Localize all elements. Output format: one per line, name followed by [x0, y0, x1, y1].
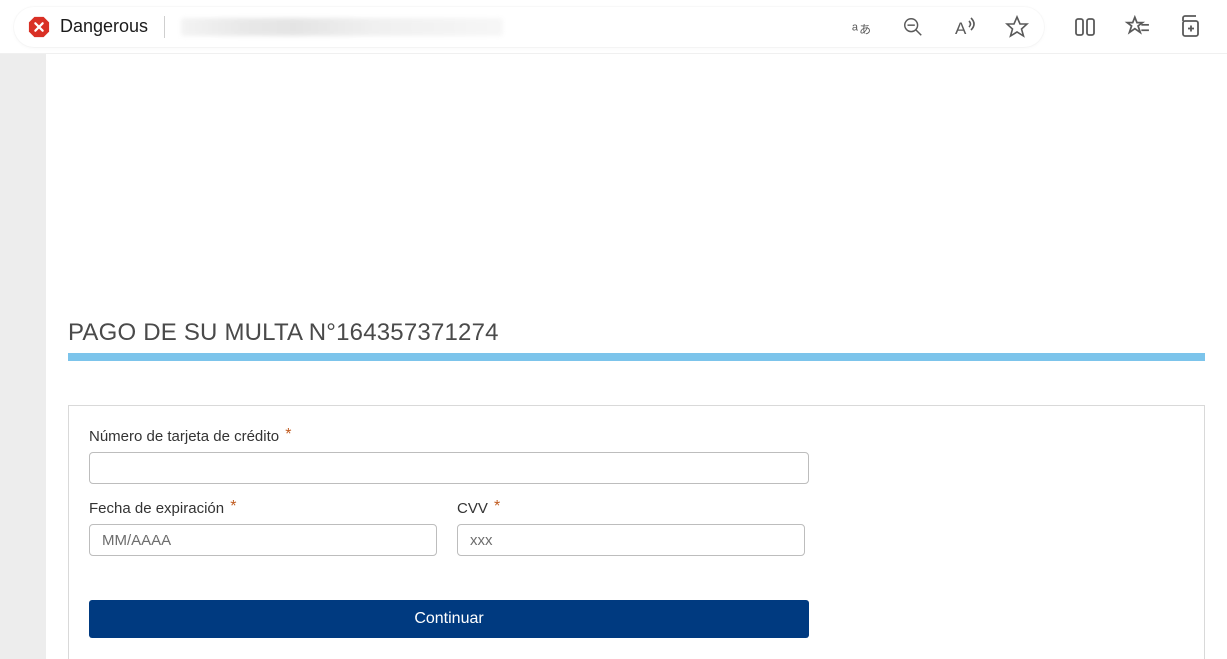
exp-label-text: Fecha de expiración — [89, 500, 224, 517]
expiry-input[interactable] — [89, 524, 437, 556]
svg-text:a: a — [852, 21, 859, 33]
svg-text:A: A — [955, 19, 967, 38]
payment-form: Número de tarjeta de crédito * Fecha de … — [68, 405, 1205, 659]
address-bar[interactable]: Dangerous a あ A — [14, 7, 1044, 47]
cvv-input[interactable] — [457, 524, 805, 556]
cc-label: Número de tarjeta de crédito * — [89, 428, 1184, 446]
cvv-label-text: CVV — [457, 500, 488, 517]
cc-number-input[interactable] — [89, 452, 809, 484]
security-badge[interactable]: Dangerous — [28, 16, 148, 38]
separator — [164, 16, 165, 38]
cc-label-text: Número de tarjeta de crédito — [89, 428, 279, 445]
security-label: Dangerous — [60, 16, 148, 37]
page-content: PAGO DE SU MULTA N°164357371274 Número d… — [46, 54, 1227, 659]
address-bar-actions: a あ A — [848, 14, 1030, 40]
required-asterisk: * — [230, 498, 236, 515]
required-asterisk: * — [494, 498, 500, 515]
toolbar-actions — [1072, 14, 1202, 40]
browser-chrome: Dangerous a あ A — [0, 0, 1227, 54]
star-icon[interactable] — [1004, 14, 1030, 40]
collections-icon[interactable] — [1176, 14, 1202, 40]
zoom-out-icon[interactable] — [900, 14, 926, 40]
page-title: PAGO DE SU MULTA N°164357371274 — [68, 319, 1205, 347]
required-asterisk: * — [285, 426, 291, 443]
favorites-bar-icon[interactable] — [1124, 14, 1150, 40]
cvv-label: CVV * — [457, 500, 805, 518]
svg-text:あ: あ — [859, 22, 871, 36]
translate-icon[interactable]: a あ — [848, 14, 874, 40]
continue-button[interactable]: Continuar — [89, 600, 809, 638]
read-aloud-icon[interactable]: A — [952, 14, 978, 40]
split-screen-icon[interactable] — [1072, 14, 1098, 40]
url-text[interactable] — [181, 18, 502, 36]
exp-label: Fecha de expiración * — [89, 500, 437, 518]
viewport: PAGO DE SU MULTA N°164357371274 Número d… — [0, 54, 1227, 659]
danger-icon — [28, 16, 50, 38]
title-underline — [68, 353, 1205, 361]
